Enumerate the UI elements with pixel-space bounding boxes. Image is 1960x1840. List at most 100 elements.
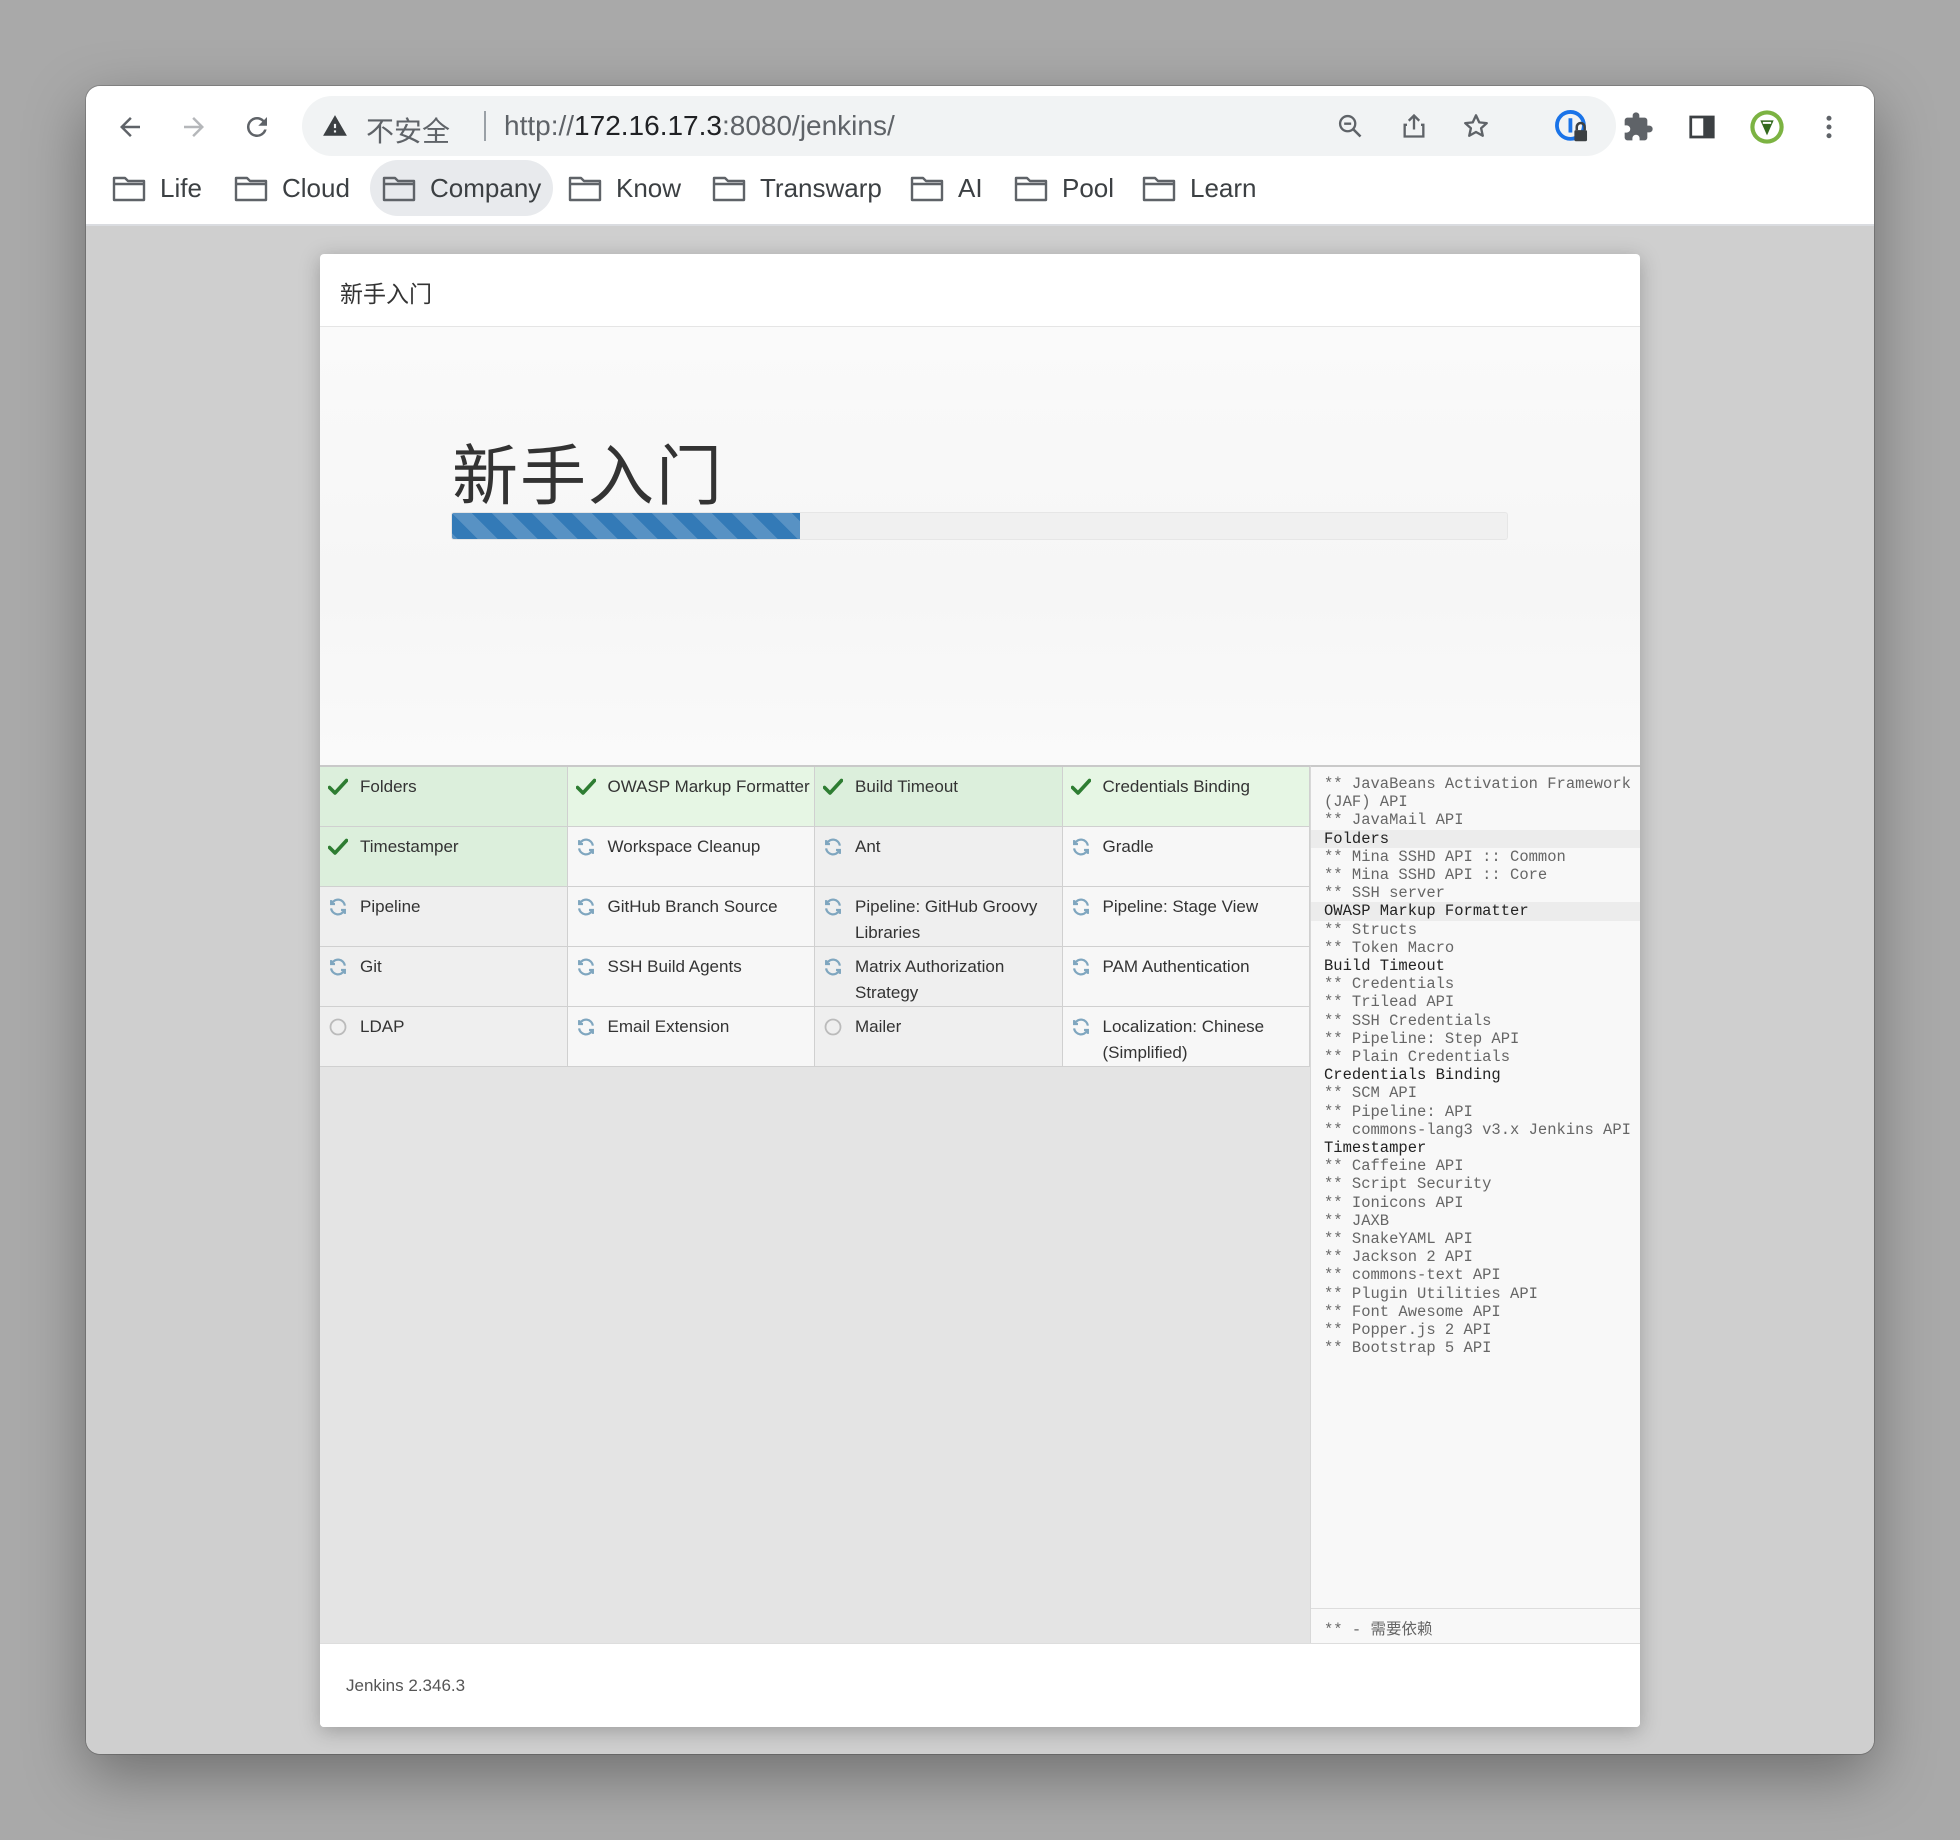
back-arrow-icon[interactable] (105, 102, 155, 152)
refresh-icon (1070, 836, 1092, 858)
install-log-panel[interactable]: ** JavaBeans Activation Framework (JAF) … (1310, 765, 1640, 1643)
bookmark-learn[interactable]: Learn (1130, 160, 1269, 216)
plugin-name: Mailer (855, 1017, 902, 1036)
log-dependency-line: ** Trilead API (1324, 993, 1455, 1012)
refresh-icon (575, 956, 597, 978)
plugin-item: Pipeline (320, 887, 568, 947)
plugin-name: Pipeline (360, 897, 421, 916)
log-plugin-line: Folders (1311, 829, 1640, 848)
log-dependency-line: ** Plugin Utilities API (1324, 1284, 1538, 1303)
refresh-icon (327, 956, 349, 978)
url-scheme: http:// (504, 110, 575, 141)
url-text[interactable]: http://172.16.17.3:8080/jenkins/ (504, 110, 895, 142)
refresh-icon (575, 836, 597, 858)
plugin-name: OWASP Markup Formatter (607, 777, 810, 796)
green-shield-extension-icon[interactable] (1742, 102, 1792, 152)
bookmark-pool[interactable]: Pool (1002, 160, 1126, 216)
folder-icon (910, 176, 944, 202)
folder-icon (712, 176, 746, 202)
dialog-title: 新手入门 (340, 281, 432, 307)
plugin-name: Credentials Binding (1102, 777, 1250, 796)
log-plugin-line: OWASP Markup Formatter (1311, 902, 1640, 921)
side-panel-icon[interactable] (1677, 102, 1727, 152)
plugin-item: Mailer (815, 1007, 1063, 1067)
bookmark-company[interactable]: Company (370, 160, 554, 216)
refresh-icon (327, 896, 349, 918)
folder-icon (1142, 176, 1176, 202)
page-viewport: 新手入门 新手入门 Folders OWASP Markup Formatter B… (86, 226, 1874, 1754)
log-plugin-line: Credentials Binding (1324, 1066, 1501, 1085)
bookmark-label: AI (958, 172, 983, 203)
refresh-icon (822, 896, 844, 918)
plugin-item: Localization: Chinese (Simplified) (1062, 1007, 1310, 1067)
progress-fill (452, 513, 801, 539)
log-dependency-line: ** commons-text API (1324, 1266, 1501, 1285)
plugin-name: Matrix Authorization Strategy (855, 957, 1005, 1002)
security-label[interactable]: 不安全 (366, 110, 450, 150)
checkmark-icon (1070, 776, 1092, 798)
plugin-item: Gradle (1062, 827, 1310, 887)
bookmark-label: Learn (1190, 172, 1257, 203)
plugin-item: SSH Build Agents (567, 947, 815, 1007)
bookmark-transwarp[interactable]: Transwarp (700, 160, 894, 216)
plugin-item: Workspace Cleanup (567, 827, 815, 887)
bookmark-cloud[interactable]: Cloud (222, 160, 362, 216)
bookmark-label: Transwarp (760, 172, 882, 203)
log-dependency-line: ** Popper.js 2 API (1324, 1321, 1492, 1340)
browser-toolbar: 不安全 http://172.16.17.3:8080/jenkins/ Lif… (86, 86, 1874, 224)
plugin-name: Build Timeout (855, 777, 958, 796)
warning-triangle-icon[interactable] (322, 113, 348, 139)
log-legend: ** - 需要依赖 (1311, 1608, 1640, 1645)
checkmark-icon (822, 776, 844, 798)
bookmark-know[interactable]: Know (556, 160, 693, 216)
plugin-item: PAM Authentication (1062, 947, 1310, 1007)
log-dependency-line: ** Structs (1324, 920, 1418, 939)
folder-icon (568, 176, 602, 202)
bookmarks-bar: Life Cloud Company Know Transwarp AI Poo… (100, 160, 1860, 216)
dialog-footer: Jenkins 2.346.3 (320, 1643, 1640, 1727)
log-dependency-line: ** JavaMail API (1324, 811, 1464, 830)
zoom-icon[interactable] (1334, 110, 1366, 142)
log-dependency-line: ** JAXB (1324, 1211, 1390, 1230)
plugin-item: Pipeline: GitHub Groovy Libraries (815, 887, 1063, 947)
plugin-name: Gradle (1102, 837, 1154, 856)
log-dependency-line: ** Pipeline: Step API (1324, 1029, 1520, 1048)
password-manager-icon[interactable] (1547, 102, 1597, 152)
bookmark-life[interactable]: Life (100, 160, 214, 216)
plugin-name: Folders (360, 777, 417, 796)
plugin-item: Matrix Authorization Strategy (815, 947, 1063, 1007)
checkmark-icon (327, 776, 349, 798)
plugin-name: Ant (855, 837, 881, 856)
plugin-name: Email Extension (607, 1017, 730, 1036)
plugin-name: Pipeline: Stage View (1102, 897, 1259, 916)
bookmark-label: Life (160, 172, 202, 203)
circle-icon (822, 1016, 844, 1038)
share-icon[interactable] (1398, 110, 1430, 142)
plugin-status-area: Folders OWASP Markup Formatter Build Timeo… (320, 765, 1310, 1643)
log-dependency-line: ** Mina SSHD API :: Core (1324, 866, 1548, 885)
refresh-icon (822, 956, 844, 978)
forward-arrow-icon[interactable] (169, 102, 219, 152)
log-plugin-line: Build Timeout (1324, 957, 1445, 976)
plugin-name: Pipeline: GitHub Groovy Libraries (855, 897, 1038, 942)
plugin-item: LDAP (320, 1007, 568, 1067)
log-dependency-line: ** Jackson 2 API (1324, 1248, 1473, 1267)
log-dependency-line: ** Script Security (1324, 1175, 1492, 1194)
log-dependency-line: ** Mina SSHD API :: Common (1324, 847, 1566, 866)
bookmark-star-icon[interactable] (1460, 110, 1492, 142)
address-bar[interactable]: 不安全 http://172.16.17.3:8080/jenkins/ (302, 96, 1616, 156)
bookmark-ai[interactable]: AI (898, 160, 995, 216)
setup-wizard-dialog: 新手入门 新手入门 Folders OWASP Markup Formatter B… (320, 254, 1640, 1727)
log-dependency-line: ** SCM API (1324, 1084, 1418, 1103)
url-path: :8080/jenkins/ (721, 110, 895, 141)
log-dependency-line: ** Font Awesome API (1324, 1302, 1501, 1321)
puzzle-icon[interactable] (1613, 102, 1663, 152)
bookmark-label: Company (430, 172, 542, 203)
install-progress-panel: 新手入门 (320, 327, 1640, 765)
plugin-name: GitHub Branch Source (607, 897, 778, 916)
bookmark-label: Pool (1062, 172, 1115, 203)
install-progress-bar (451, 512, 1508, 540)
kebab-menu-icon[interactable] (1804, 102, 1854, 152)
reload-icon[interactable] (232, 102, 282, 152)
folder-icon (382, 176, 416, 202)
